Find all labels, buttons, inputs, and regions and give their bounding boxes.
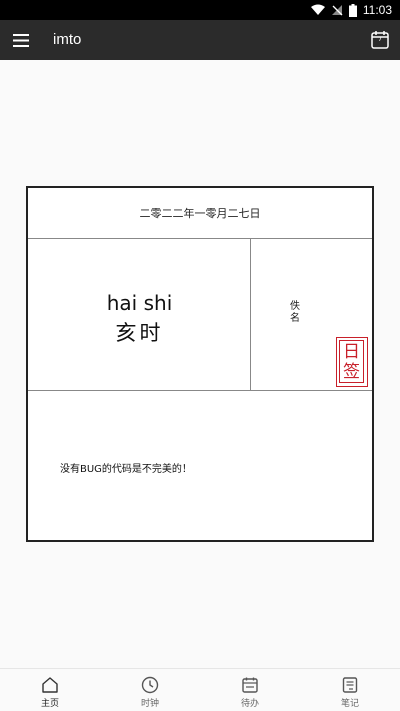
seal-char-2: 签 — [343, 361, 360, 382]
seal-stamp: 日 签 — [336, 337, 368, 387]
calendar-button[interactable]: 7 — [369, 29, 391, 51]
shichen-text: 亥时 — [115, 321, 164, 345]
wifi-icon — [310, 4, 325, 15]
author-name: 佚名 — [290, 301, 300, 324]
no-signal-icon — [331, 5, 343, 16]
date-text: 二零二二年一零月二七日 — [139, 207, 261, 220]
hour-cell: hai shi 亥时 — [28, 239, 251, 390]
battery-icon — [348, 3, 357, 17]
status-bar: 11:03 — [0, 0, 400, 20]
calendar-icon — [242, 677, 258, 693]
calendar-day: 7 — [378, 36, 382, 43]
middle-row: hai shi 亥时 佚名 日 签 — [28, 239, 372, 391]
nav-label-clock: 时钟 — [140, 699, 159, 709]
note-icon — [342, 677, 358, 693]
clock-icon — [141, 676, 159, 694]
app-title: imto — [53, 31, 82, 48]
nav-label-home: 主页 — [40, 699, 59, 709]
nav-item-clock[interactable]: 时钟 — [100, 669, 200, 711]
menu-icon — [13, 33, 29, 47]
home-icon — [42, 677, 58, 693]
app-bar: imto 7 — [0, 20, 400, 60]
nav-item-notes[interactable]: 笔记 — [300, 669, 400, 711]
author-cell: 佚名 日 签 — [252, 239, 372, 390]
date-row: 二零二二年一零月二七日 — [28, 188, 372, 239]
daily-sign-card: 二零二二年一零月二七日 hai shi 亥时 佚名 日 签 没有BUG的代码是不… — [26, 186, 374, 542]
nav-item-home[interactable]: 主页 — [0, 669, 100, 711]
seal-inner: 日 签 — [339, 340, 364, 383]
menu-button[interactable] — [11, 30, 31, 50]
seal-char-1: 日 — [343, 341, 360, 362]
nav-label-notes: 笔记 — [340, 699, 359, 709]
nav-label-todo: 待办 — [240, 699, 259, 709]
nav-item-todo[interactable]: 待办 — [200, 669, 300, 711]
status-icons: 11:03 — [310, 2, 392, 18]
bottom-nav: 主页 时钟 待办 笔记 — [0, 668, 400, 711]
quote-text: 没有BUG的代码是不完美的！ — [60, 464, 192, 475]
shichen-pinyin: hai shi — [106, 291, 173, 315]
status-time: 11:03 — [362, 3, 392, 17]
